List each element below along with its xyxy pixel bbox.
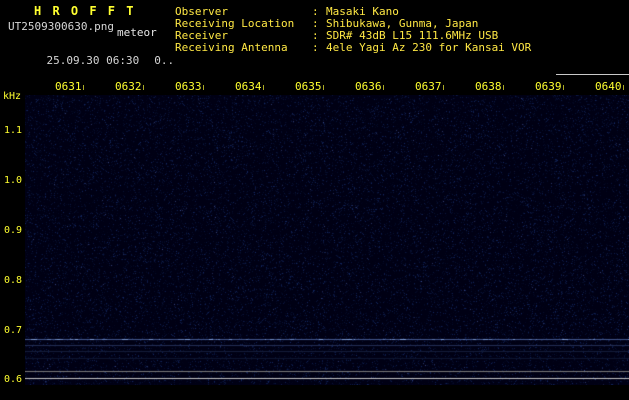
freq-tick-label: 1.1 [0, 125, 22, 136]
time-tick-label: 0637 [415, 80, 442, 93]
time-tick-label: 0631 [55, 80, 82, 93]
spectrogram-canvas [25, 95, 629, 385]
time-tick-label: 0636 [355, 80, 382, 93]
time-tick-label: 0634 [235, 80, 262, 93]
time-tick-label: 0639 [535, 80, 562, 93]
minute-tick [143, 85, 144, 90]
minute-tick [503, 85, 504, 90]
minute-tick [263, 85, 264, 90]
freq-tick-label: 0.9 [0, 225, 22, 236]
header-row: Receiving Antenna : 4ele Yagi Az 230 for… [175, 41, 531, 54]
minute-tick [83, 85, 84, 90]
meteor-count: 0.. [154, 54, 174, 67]
datetime-row: 25.09.30 06:30 0.. [20, 41, 174, 80]
time-tick-label: 0640 [595, 80, 622, 93]
time-tick-label: 0635 [295, 80, 322, 93]
output-filename: UT2509300630.png [8, 20, 114, 33]
time-tick-label: 0633 [175, 80, 202, 93]
freq-tick-label: 1.0 [0, 175, 22, 186]
hrofft-screen: H R O F F T UT2509300630.png meteor 25.0… [0, 0, 629, 400]
minute-tick [383, 85, 384, 90]
header-underline [556, 74, 629, 75]
freq-tick-label: 0.8 [0, 275, 22, 286]
minute-tick [623, 85, 624, 90]
freq-tick-label: 0.7 [0, 325, 22, 336]
minute-tick [203, 85, 204, 90]
header-label: Receiving Antenna [175, 41, 312, 54]
minute-tick [563, 85, 564, 90]
minute-tick [323, 85, 324, 90]
observation-datetime: 25.09.30 06:30 [47, 54, 140, 67]
minute-tick [443, 85, 444, 90]
freq-axis-unit: kHz [3, 91, 21, 102]
freq-tick-label: 0.6 [0, 374, 22, 385]
station-name: meteor [117, 26, 157, 39]
header-separator: : [312, 41, 326, 54]
header-value: 4ele Yagi Az 230 for Kansai VOR [326, 41, 531, 54]
time-tick-label: 0632 [115, 80, 142, 93]
time-tick-label: 0638 [475, 80, 502, 93]
app-title: H R O F F T [34, 4, 135, 18]
